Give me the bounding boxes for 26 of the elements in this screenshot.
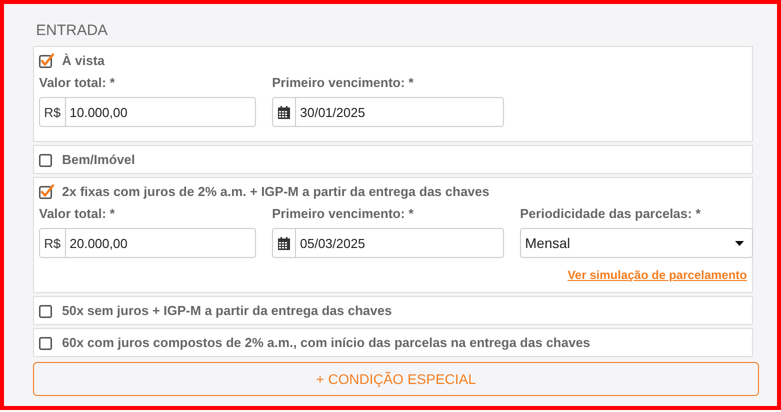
option-label: À vista (62, 53, 105, 68)
checked-checkbox[interactable] (39, 184, 54, 199)
option-label: Bem/Imóvel (62, 152, 135, 167)
field-label: Periodicidade das parcelas: * (520, 206, 702, 221)
field-label: Primeiro vencimento: * (272, 75, 415, 90)
checkbox[interactable] (39, 152, 54, 167)
field-label: Primeiro vencimento: * (272, 206, 415, 221)
calendar-icon (278, 236, 290, 250)
amount-field[interactable]: R$ 20.000,00 (39, 228, 256, 258)
frequency-select[interactable]: Mensal (520, 228, 753, 258)
option-label: 60x com juros compostos de 2% a.m., com início das parcelas na entrega das chaves (62, 335, 590, 350)
option-label: 50x sem juros + IGP-M a partir da entrega das chaves (62, 303, 392, 318)
date-field[interactable]: 05/03/2025 (272, 228, 504, 258)
checkbox[interactable] (39, 303, 54, 318)
option-label: 2x fixas com juros de 2% a.m. + IGP-M a partir da entrega das chaves (62, 184, 490, 199)
checkbox[interactable] (39, 335, 54, 350)
checked-checkbox[interactable] (39, 53, 54, 68)
amount-field[interactable]: R$ 10.000,00 (39, 97, 256, 127)
field-label: Valor total: * (39, 75, 116, 90)
field-label: Valor total: * (39, 206, 116, 221)
date-field[interactable]: 30/01/2025 (272, 97, 504, 127)
currency-prefix: R$ (40, 229, 66, 257)
currency-prefix: R$ (40, 98, 66, 126)
caret-icon (735, 240, 744, 246)
calendar-icon (278, 106, 290, 118)
section-title: ENTRADA (36, 22, 109, 39)
